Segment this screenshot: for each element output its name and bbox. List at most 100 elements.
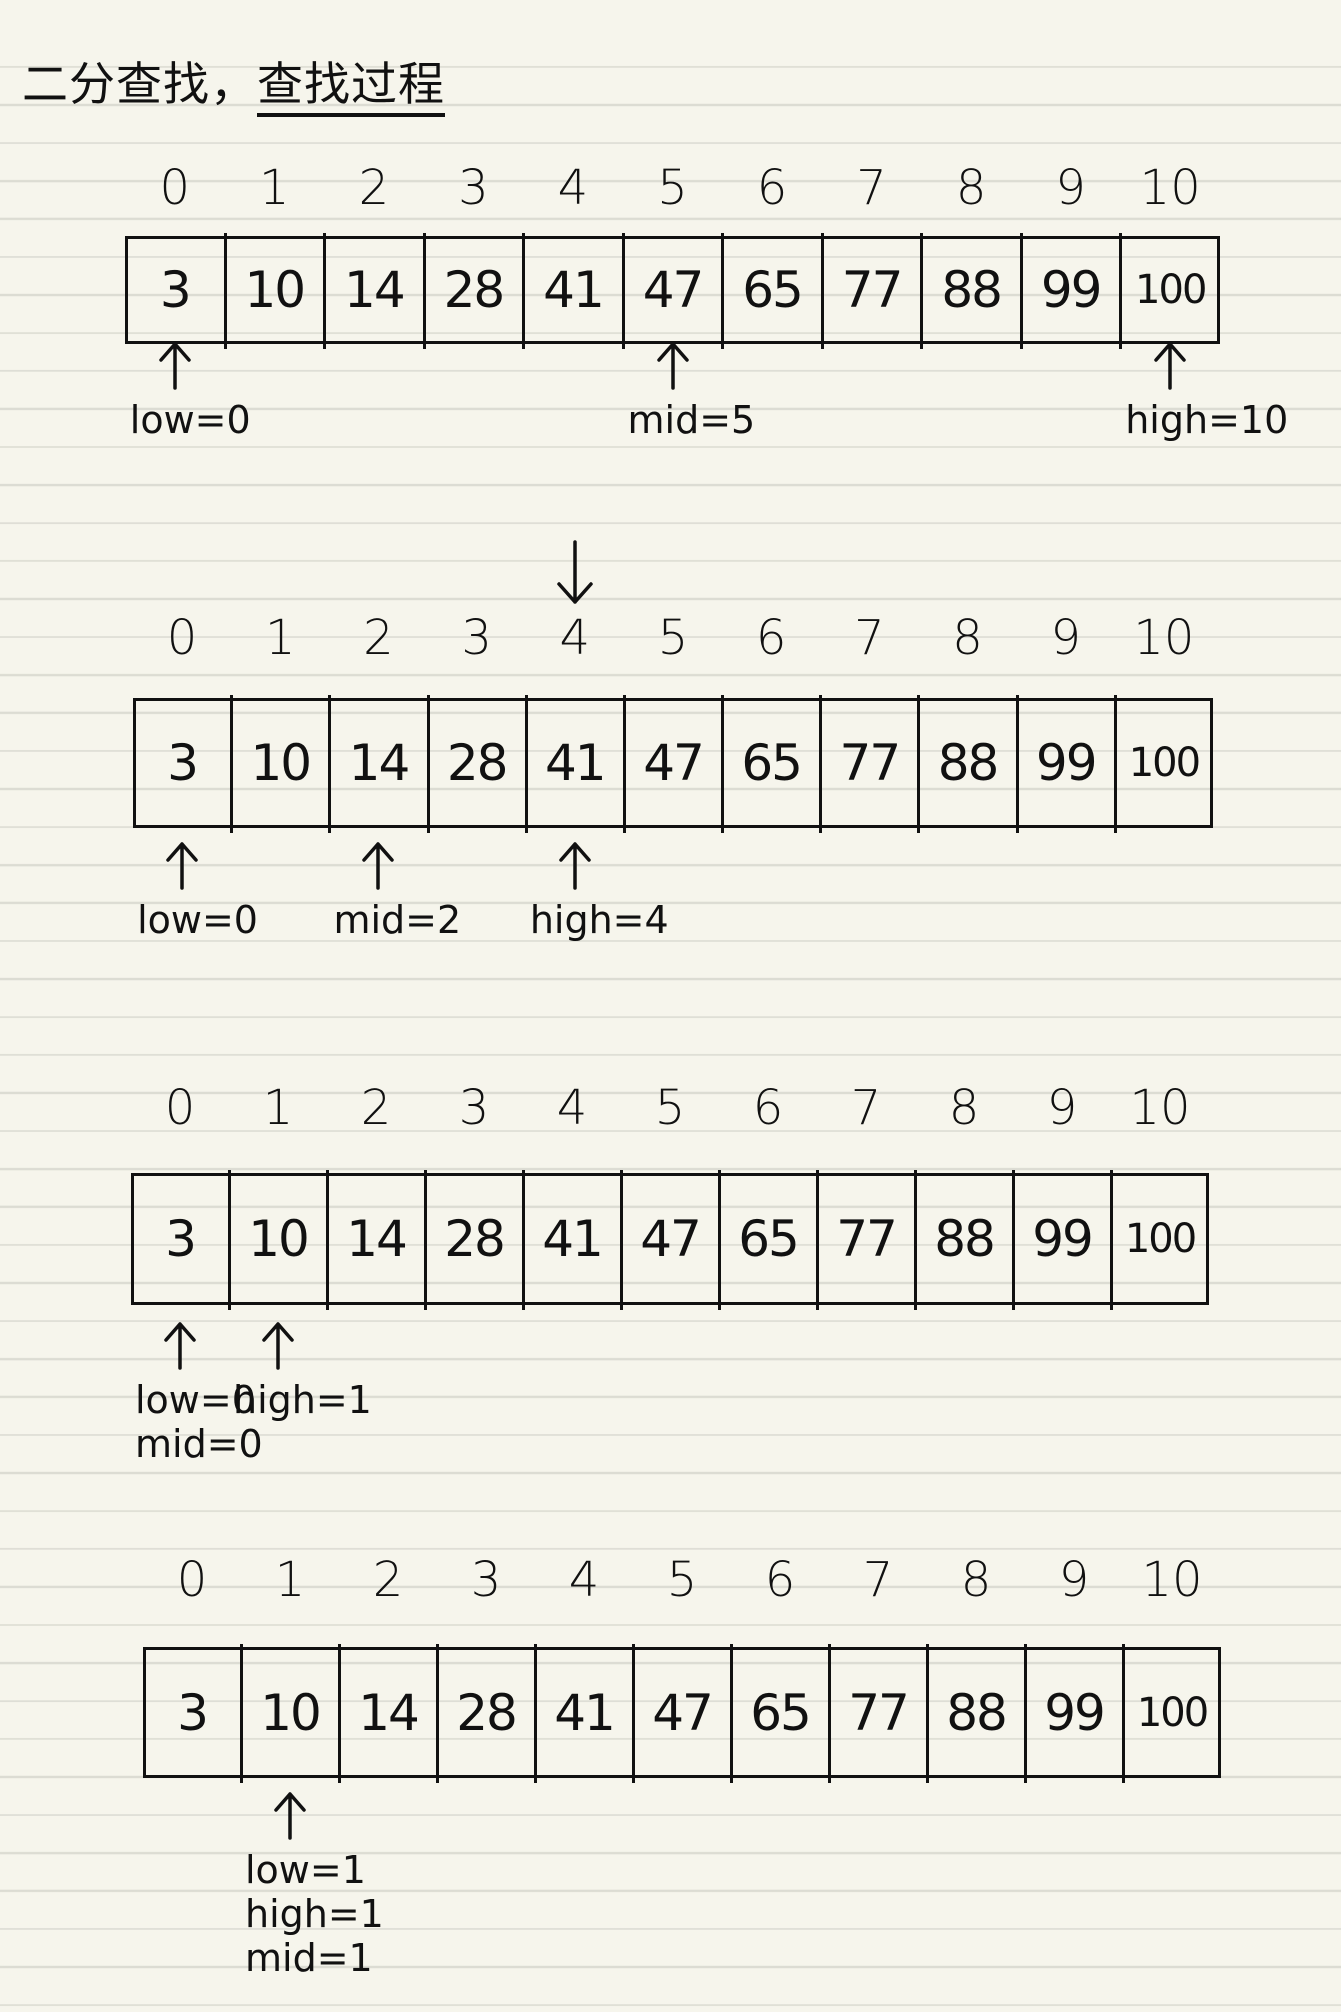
cell-divider xyxy=(240,1644,243,1783)
index-label: 2 xyxy=(358,160,390,216)
array-cell-value: 3 xyxy=(177,1683,209,1742)
cell-divider xyxy=(730,1644,733,1783)
cell-divider xyxy=(436,1644,439,1783)
array-cell-value: 77 xyxy=(836,1210,898,1268)
cell-divider xyxy=(820,233,824,349)
array-cell-value: 14 xyxy=(344,261,406,319)
pointer-label-line: mid=0 xyxy=(135,1422,263,1466)
pointer-label: mid=2 xyxy=(333,898,461,942)
cell-divider xyxy=(230,695,234,833)
pointer-label-line: low=1 xyxy=(245,1848,366,1892)
index-label: 7 xyxy=(862,1552,894,1608)
cell-divider xyxy=(522,1170,525,1310)
array-cell-value: 47 xyxy=(642,261,705,319)
cell-divider xyxy=(1122,1644,1125,1783)
array-cell-value: 14 xyxy=(346,1210,408,1268)
array-cell-value: 100 xyxy=(1124,1216,1197,1262)
array-cell-value: 28 xyxy=(446,734,509,792)
array-cell-value: 99 xyxy=(1032,1210,1094,1268)
index-label: 1 xyxy=(259,160,290,216)
index-label: 6 xyxy=(764,1552,796,1608)
index-label: 9 xyxy=(1058,1552,1090,1608)
index-label: 10 xyxy=(1141,1552,1203,1608)
cell-divider xyxy=(1119,233,1123,349)
pointer-label-line: low=0 xyxy=(129,398,251,442)
index-label: 2 xyxy=(363,610,394,666)
cell-divider xyxy=(622,695,626,833)
cell-divider xyxy=(1110,1170,1113,1310)
cell-divider xyxy=(632,1644,635,1783)
index-label: 7 xyxy=(856,160,887,216)
array-cell-value: 65 xyxy=(742,261,804,319)
index-label: 6 xyxy=(752,1080,784,1136)
index-label: 0 xyxy=(166,610,198,666)
cell-divider xyxy=(828,1644,831,1783)
index-label: 3 xyxy=(458,1080,490,1136)
index-label: 3 xyxy=(470,1552,502,1608)
pointer-label-line: mid=2 xyxy=(333,898,462,942)
array-cell-value: 65 xyxy=(738,1210,800,1268)
array-cell-value: 77 xyxy=(848,1683,910,1742)
index-label: 10 xyxy=(1139,160,1201,216)
index-label: 10 xyxy=(1129,1080,1191,1136)
cell-divider xyxy=(917,695,921,833)
array-cell-value: 10 xyxy=(244,261,307,319)
array-cell-value: 77 xyxy=(841,261,904,319)
cell-divider xyxy=(426,695,430,833)
array-cell-value: 10 xyxy=(250,734,312,792)
cell-divider xyxy=(326,1170,329,1310)
index-label: 3 xyxy=(458,160,489,216)
cell-divider xyxy=(424,1170,427,1310)
array-cell-value: 100 xyxy=(1135,267,1207,313)
array-cell-value: 10 xyxy=(248,1210,310,1268)
array-cell-value: 3 xyxy=(165,1210,197,1268)
index-label: 5 xyxy=(666,1552,698,1608)
cell-divider xyxy=(721,695,725,833)
index-label: 0 xyxy=(159,160,191,216)
cell-divider xyxy=(914,1170,917,1310)
pointer-label-line: high=10 xyxy=(1125,398,1289,442)
array-cell-value: 65 xyxy=(750,1683,812,1742)
title-prefix: 二分查找， xyxy=(22,57,257,111)
cell-divider xyxy=(926,1644,929,1783)
index-label: 8 xyxy=(952,610,983,666)
index-label: 1 xyxy=(264,610,296,666)
cell-divider xyxy=(223,233,227,349)
index-label: 8 xyxy=(955,160,987,216)
array-cell-value: 100 xyxy=(1128,740,1201,786)
cell-divider xyxy=(621,233,625,349)
cell-divider xyxy=(1012,1170,1015,1310)
title-underlined: 查找过程 xyxy=(257,57,445,117)
index-label: 5 xyxy=(657,160,688,216)
array-cell-value: 14 xyxy=(358,1683,420,1742)
index-label: 10 xyxy=(1133,610,1195,666)
index-label: 2 xyxy=(360,1080,392,1136)
array-cell-value: 14 xyxy=(348,734,411,792)
array-cell-value: 88 xyxy=(937,734,1000,792)
index-label: 9 xyxy=(1050,610,1081,666)
array-cell-value: 28 xyxy=(444,1210,506,1268)
index-label: 5 xyxy=(654,1080,686,1136)
cell-divider xyxy=(323,233,327,349)
cell-divider xyxy=(522,233,526,349)
array-cell-value: 47 xyxy=(640,1210,702,1268)
page-title: 二分查找，查找过程 xyxy=(22,48,445,117)
pointer-label: mid=5 xyxy=(628,398,756,442)
array-cell-value: 65 xyxy=(741,734,803,792)
index-label: 1 xyxy=(262,1080,294,1136)
cell-divider xyxy=(620,1170,623,1310)
index-label: 6 xyxy=(756,160,788,216)
cell-divider xyxy=(1019,233,1023,349)
cell-divider xyxy=(524,695,528,833)
pointer-label-line: high=1 xyxy=(233,1378,372,1422)
array-cell-value: 47 xyxy=(643,734,705,792)
array-cell-value: 41 xyxy=(554,1683,616,1742)
index-label: 7 xyxy=(850,1080,882,1136)
index-label: 7 xyxy=(854,610,885,666)
array-cell-value: 99 xyxy=(1044,1683,1106,1742)
array-cell-value: 10 xyxy=(260,1683,322,1742)
cell-divider xyxy=(721,233,725,349)
array-cell-value: 3 xyxy=(167,734,199,792)
array-cell-value: 88 xyxy=(941,261,1003,319)
array-cell-value: 3 xyxy=(159,261,192,319)
